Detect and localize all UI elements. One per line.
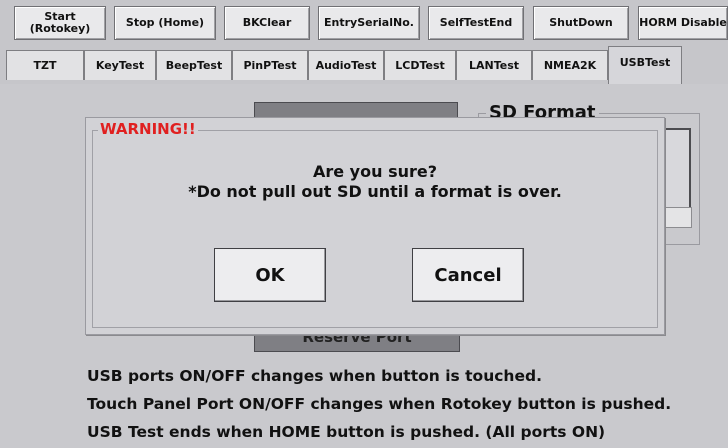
dialog-message-line2: *Do not pull out SD until a format is ov… [188,182,562,201]
tab-bar: TZT KeyTest BeepTest PinPTest AudioTest … [0,46,728,85]
note-touch-panel-port: Touch Panel Port ON/OFF changes when Rot… [87,395,672,413]
warning-dialog: WARNING!! Are you sure? *Do not pull out… [85,117,665,335]
dialog-title: WARNING!! [98,120,198,138]
stop-home-button[interactable]: Stop (Home) [114,6,216,40]
dialog-frame [92,130,658,328]
note-usb-ports: USB ports ON/OFF changes when button is … [87,367,542,385]
tab-nmea2k[interactable]: NMEA2K [532,50,608,80]
tab-tzt[interactable]: TZT [6,50,84,80]
tab-usbtest[interactable]: USBTest [608,46,682,85]
horm-disable-button[interactable]: HORM Disable [638,6,728,40]
shutdown-button[interactable]: ShutDown [533,6,629,40]
tab-audiotest[interactable]: AudioTest [308,50,384,80]
start-rotokey-button[interactable]: Start (Rotokey) [14,6,106,40]
tab-pinptest[interactable]: PinPTest [232,50,308,80]
tab-beeptest[interactable]: BeepTest [156,50,232,80]
note-usb-test-ends: USB Test ends when HOME button is pushed… [87,423,606,441]
dialog-message-line1: Are you sure? [312,162,437,181]
cancel-button[interactable]: Cancel [412,248,524,302]
self-test-end-button[interactable]: SelfTestEnd [428,6,524,40]
tab-lantest[interactable]: LANTest [456,50,532,80]
bkclear-button[interactable]: BKClear [224,6,310,40]
top-toolbar: Start (Rotokey) Stop (Home) BKClear Entr… [0,0,728,46]
tab-keytest[interactable]: KeyTest [84,50,156,80]
tab-lcdtest[interactable]: LCDTest [384,50,456,80]
ok-button[interactable]: OK [214,248,326,302]
entry-serial-no-button[interactable]: EntrySerialNo. [318,6,420,40]
